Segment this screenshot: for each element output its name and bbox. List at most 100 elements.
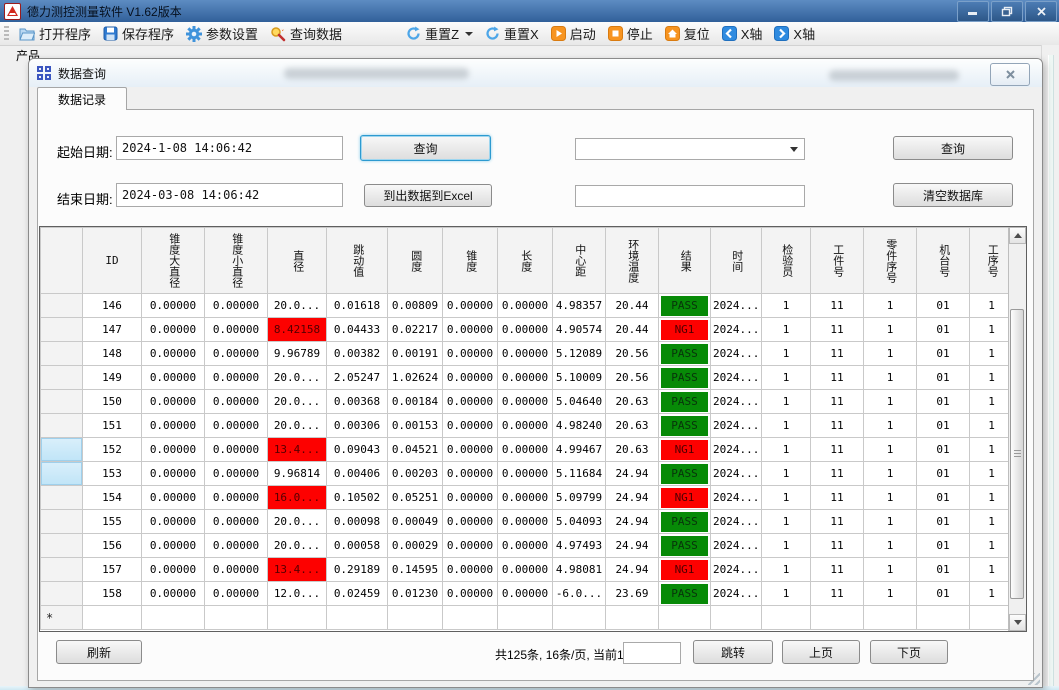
table-cell[interactable]: 0.02217 [388, 318, 443, 342]
table-cell[interactable]: 158 [83, 582, 142, 606]
table-cell[interactable]: NG1 [659, 558, 711, 582]
open-program-button[interactable]: 打开程序 [13, 22, 97, 45]
row-selector[interactable] [41, 582, 83, 606]
table-cell[interactable]: 1 [762, 582, 811, 606]
table-cell[interactable]: 1 [864, 318, 917, 342]
table-cell[interactable]: 1 [864, 390, 917, 414]
table-cell[interactable]: 1 [864, 342, 917, 366]
column-header[interactable]: ID [83, 228, 142, 294]
table-cell[interactable]: 9.96814 [268, 462, 327, 486]
table-cell[interactable]: 0.00000 [443, 462, 498, 486]
table-cell[interactable] [142, 606, 205, 630]
row-selector[interactable] [41, 462, 83, 486]
row-selector[interactable] [41, 414, 83, 438]
table-cell[interactable]: 0.00000 [498, 486, 553, 510]
table-cell[interactable]: 8.42158 [268, 318, 327, 342]
table-cell[interactable]: 0.00368 [327, 390, 388, 414]
table-cell[interactable] [83, 606, 142, 630]
table-cell[interactable]: 0.01618 [327, 294, 388, 318]
table-cell[interactable]: 1 [762, 486, 811, 510]
table-cell[interactable]: 153 [83, 462, 142, 486]
table-cell[interactable]: 2024... [711, 366, 762, 390]
table-cell[interactable]: 01 [917, 558, 970, 582]
table-cell[interactable]: 0.00000 [205, 534, 268, 558]
table-cell[interactable]: 155 [83, 510, 142, 534]
stop-button[interactable]: 停止 [602, 22, 659, 45]
table-cell[interactable]: 0.00000 [443, 390, 498, 414]
table-cell[interactable]: 1 [762, 294, 811, 318]
table-cell[interactable]: PASS [659, 342, 711, 366]
table-cell[interactable]: 5.04640 [553, 390, 606, 414]
start-date-input[interactable] [116, 136, 343, 160]
table-cell[interactable]: 01 [917, 342, 970, 366]
table-cell[interactable]: 0.00000 [443, 318, 498, 342]
filter-text-input[interactable] [575, 185, 805, 207]
table-cell[interactable]: 24.94 [606, 558, 659, 582]
table-cell[interactable]: 0.00000 [498, 438, 553, 462]
vertical-scrollbar[interactable] [1008, 227, 1026, 631]
start-button[interactable]: 启动 [545, 22, 602, 45]
table-cell[interactable] [205, 606, 268, 630]
table-cell[interactable]: 0.14595 [388, 558, 443, 582]
table-row[interactable]: 1530.000000.000009.968140.004060.002030.… [41, 462, 1014, 486]
table-cell[interactable]: 01 [917, 414, 970, 438]
table-cell[interactable]: 1 [864, 486, 917, 510]
table-cell[interactable] [864, 606, 917, 630]
table-row[interactable]: 1470.000000.000008.421580.044330.022170.… [41, 318, 1014, 342]
table-cell[interactable]: 0.00000 [443, 342, 498, 366]
table-cell[interactable]: 11 [811, 294, 864, 318]
row-selector[interactable] [41, 438, 83, 462]
row-selector[interactable] [41, 510, 83, 534]
table-row[interactable]: 1540.000000.0000016.0...0.105020.052510.… [41, 486, 1014, 510]
table-cell[interactable]: PASS [659, 582, 711, 606]
table-cell[interactable]: 0.10502 [327, 486, 388, 510]
column-header[interactable]: 锥度大直径 [142, 228, 205, 294]
table-cell[interactable] [553, 606, 606, 630]
table-cell[interactable]: 11 [811, 414, 864, 438]
row-selector[interactable] [41, 534, 83, 558]
table-cell[interactable]: 0.05251 [388, 486, 443, 510]
table-cell[interactable]: 0.00191 [388, 342, 443, 366]
table-cell[interactable]: 01 [917, 462, 970, 486]
table-cell[interactable]: 0.00000 [443, 438, 498, 462]
column-header[interactable]: 环境温度 [606, 228, 659, 294]
table-cell[interactable]: 2024... [711, 534, 762, 558]
table-cell[interactable]: 2024... [711, 486, 762, 510]
table-row[interactable]: 1480.000000.000009.967890.003820.001910.… [41, 342, 1014, 366]
table-cell[interactable]: 5.12089 [553, 342, 606, 366]
table-cell[interactable]: 2024... [711, 390, 762, 414]
table-cell[interactable]: 20.0... [268, 390, 327, 414]
table-cell[interactable]: 0.00000 [443, 486, 498, 510]
column-header[interactable]: 圆度 [388, 228, 443, 294]
table-cell[interactable]: 11 [811, 558, 864, 582]
table-cell[interactable]: 0.00000 [205, 390, 268, 414]
table-cell[interactable] [811, 606, 864, 630]
table-cell[interactable]: 0.00000 [498, 342, 553, 366]
column-header[interactable]: 工件号 [811, 228, 864, 294]
table-cell[interactable]: 11 [811, 366, 864, 390]
table-cell[interactable]: 1 [970, 534, 1014, 558]
table-cell[interactable]: 0.00000 [498, 414, 553, 438]
table-cell[interactable]: 4.98240 [553, 414, 606, 438]
scroll-up-button[interactable] [1009, 227, 1026, 244]
table-cell[interactable]: PASS [659, 510, 711, 534]
maximize-button[interactable] [991, 1, 1023, 22]
table-cell[interactable]: -6.0... [553, 582, 606, 606]
column-header[interactable]: 跳动值 [327, 228, 388, 294]
column-header[interactable]: 机台号 [917, 228, 970, 294]
table-row[interactable]: 1570.000000.0000013.4...0.291890.145950.… [41, 558, 1014, 582]
filter-combobox[interactable] [575, 138, 805, 160]
row-selector[interactable] [41, 318, 83, 342]
table-cell[interactable]: NG1 [659, 318, 711, 342]
table-cell[interactable]: 1 [970, 390, 1014, 414]
table-cell[interactable]: 151 [83, 414, 142, 438]
table-cell[interactable]: 20.56 [606, 342, 659, 366]
table-cell[interactable] [711, 606, 762, 630]
table-cell[interactable]: 5.10009 [553, 366, 606, 390]
table-cell[interactable]: 0.00306 [327, 414, 388, 438]
column-header[interactable]: 工序号 [970, 228, 1014, 294]
table-cell[interactable]: 0.00029 [388, 534, 443, 558]
table-cell[interactable]: 0.04521 [388, 438, 443, 462]
table-cell[interactable]: 2024... [711, 462, 762, 486]
table-cell[interactable]: 0.00098 [327, 510, 388, 534]
